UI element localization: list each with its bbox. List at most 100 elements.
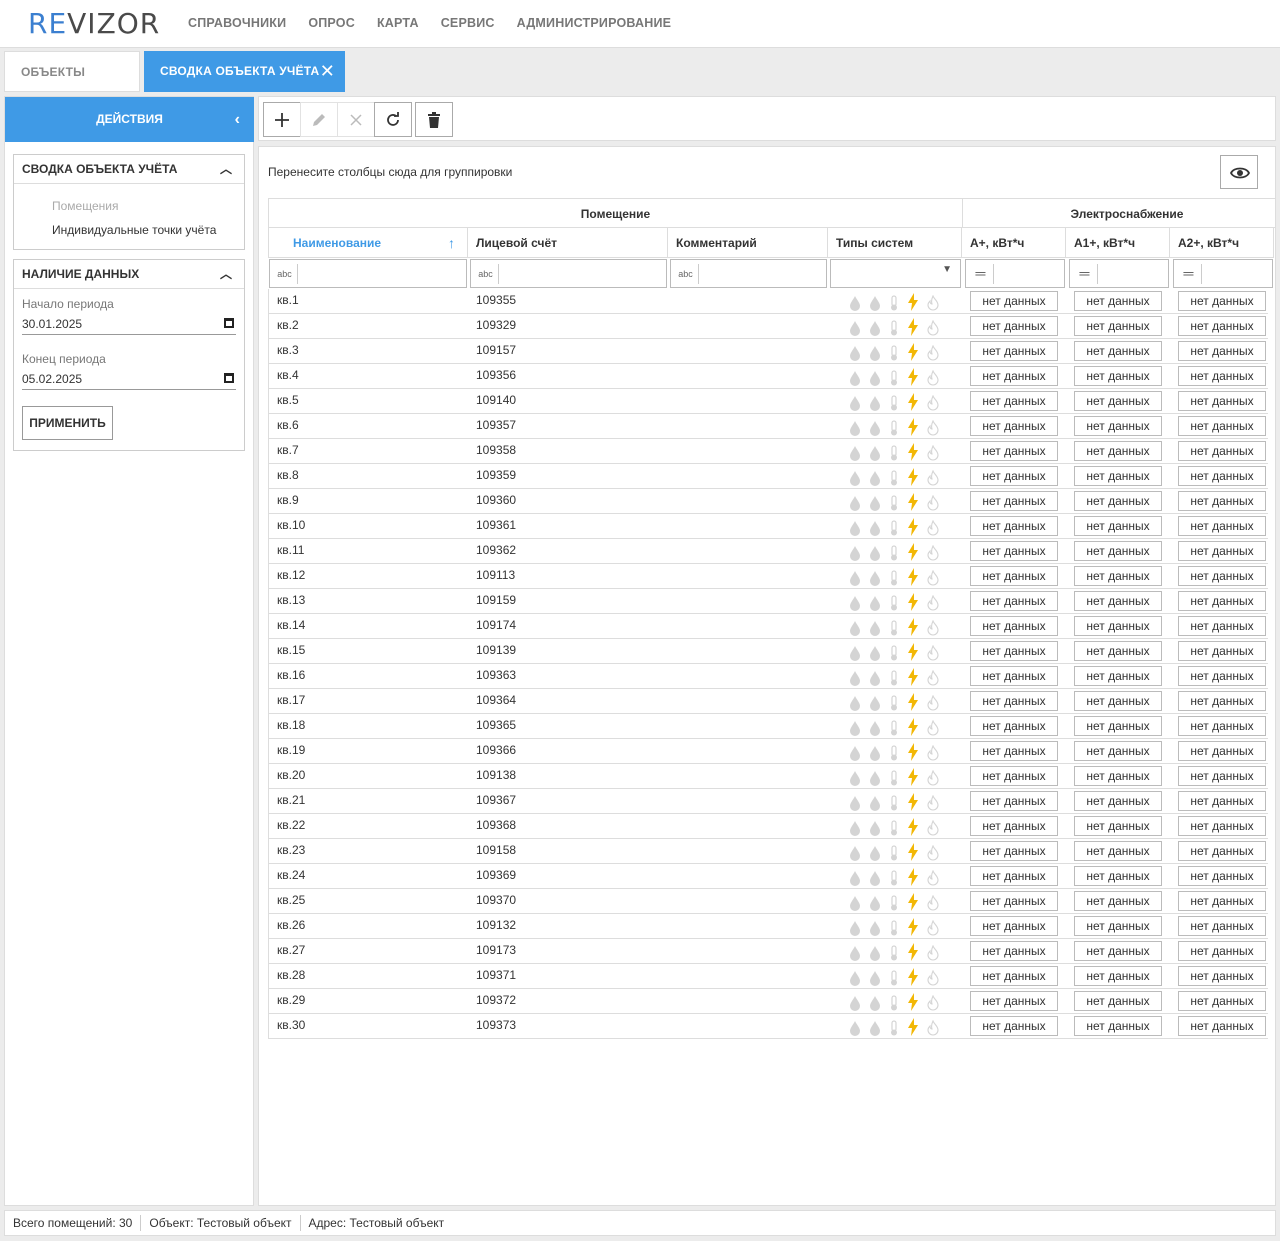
- table-row[interactable]: кв.8 109359 нет данных нет данных нет данных: [268, 464, 1268, 489]
- no-data-a2-plus[interactable]: нет данных: [1178, 291, 1266, 311]
- no-data-a-plus[interactable]: нет данных: [970, 441, 1058, 461]
- no-data-a-plus[interactable]: нет данных: [970, 791, 1058, 811]
- chevron-up-icon[interactable]: ︿: [220, 260, 232, 289]
- column-visibility-button[interactable]: [1220, 155, 1258, 189]
- delete-button[interactable]: [415, 102, 453, 137]
- no-data-a1-plus[interactable]: нет данных: [1074, 591, 1162, 611]
- text-filter-icon[interactable]: abc: [272, 264, 298, 284]
- no-data-a-plus[interactable]: нет данных: [970, 866, 1058, 886]
- no-data-a1-plus[interactable]: нет данных: [1074, 516, 1162, 536]
- no-data-a1-plus[interactable]: нет данных: [1074, 891, 1162, 911]
- no-data-a2-plus[interactable]: нет данных: [1178, 941, 1266, 961]
- apply-button[interactable]: ПРИМЕНИТЬ: [22, 406, 113, 440]
- table-row[interactable]: кв.25 109370 нет данных нет данных нет данны…: [268, 889, 1268, 914]
- chevron-left-icon[interactable]: ‹: [235, 97, 240, 142]
- no-data-a1-plus[interactable]: нет данных: [1074, 291, 1162, 311]
- no-data-a-plus[interactable]: нет данных: [970, 316, 1058, 336]
- no-data-a2-plus[interactable]: нет данных: [1178, 366, 1266, 386]
- table-row[interactable]: кв.27 109173 нет данных нет данных нет данны…: [268, 939, 1268, 964]
- edit-button[interactable]: [300, 102, 338, 137]
- no-data-a1-plus[interactable]: нет данных: [1074, 716, 1162, 736]
- table-row[interactable]: кв.16 109363 нет данных нет данных нет данны…: [268, 664, 1268, 689]
- no-data-a1-plus[interactable]: нет данных: [1074, 541, 1162, 561]
- no-data-a2-plus[interactable]: нет данных: [1178, 816, 1266, 836]
- no-data-a-plus[interactable]: нет данных: [970, 366, 1058, 386]
- no-data-a2-plus[interactable]: нет данных: [1178, 316, 1266, 336]
- menu-item-service[interactable]: СЕРВИС: [441, 16, 495, 30]
- no-data-a-plus[interactable]: нет данных: [970, 991, 1058, 1011]
- no-data-a2-plus[interactable]: нет данных: [1178, 466, 1266, 486]
- table-row[interactable]: кв.1 109355 нет данных нет данных нет данных: [268, 289, 1268, 314]
- menu-item-directories[interactable]: СПРАВОЧНИКИ: [188, 16, 286, 30]
- table-row[interactable]: кв.24 109369 нет данных нет данных нет данны…: [268, 864, 1268, 889]
- table-row[interactable]: кв.26 109132 нет данных нет данных нет данны…: [268, 914, 1268, 939]
- no-data-a1-plus[interactable]: нет данных: [1074, 816, 1162, 836]
- data-presence-header[interactable]: НАЛИЧИЕ ДАННЫХ ︿: [14, 260, 244, 289]
- no-data-a-plus[interactable]: нет данных: [970, 491, 1058, 511]
- no-data-a2-plus[interactable]: нет данных: [1178, 416, 1266, 436]
- text-filter-icon[interactable]: abc: [473, 264, 499, 284]
- no-data-a2-plus[interactable]: нет данных: [1178, 716, 1266, 736]
- no-data-a1-plus[interactable]: нет данных: [1074, 741, 1162, 761]
- no-data-a-plus[interactable]: нет данных: [970, 466, 1058, 486]
- sort-ascending-icon[interactable]: ↑: [448, 228, 455, 258]
- add-button[interactable]: [263, 102, 301, 137]
- no-data-a1-plus[interactable]: нет данных: [1074, 416, 1162, 436]
- no-data-a-plus[interactable]: нет данных: [970, 766, 1058, 786]
- no-data-a2-plus[interactable]: нет данных: [1178, 791, 1266, 811]
- no-data-a1-plus[interactable]: нет данных: [1074, 441, 1162, 461]
- filter-name[interactable]: abc: [269, 259, 467, 288]
- equals-filter-icon[interactable]: ═: [968, 264, 994, 284]
- table-row[interactable]: кв.13 109159 нет данных нет данных нет данны…: [268, 589, 1268, 614]
- no-data-a2-plus[interactable]: нет данных: [1178, 866, 1266, 886]
- no-data-a-plus[interactable]: нет данных: [970, 291, 1058, 311]
- no-data-a1-plus[interactable]: нет данных: [1074, 566, 1162, 586]
- no-data-a1-plus[interactable]: нет данных: [1074, 391, 1162, 411]
- text-filter-icon[interactable]: abc: [673, 264, 699, 284]
- filter-a2-plus[interactable]: ═: [1173, 259, 1273, 288]
- table-row[interactable]: кв.18 109365 нет данных нет данных нет данны…: [268, 714, 1268, 739]
- no-data-a-plus[interactable]: нет данных: [970, 566, 1058, 586]
- table-row[interactable]: кв.4 109356 нет данных нет данных нет данных: [268, 364, 1268, 389]
- no-data-a1-plus[interactable]: нет данных: [1074, 691, 1162, 711]
- table-row[interactable]: кв.21 109367 нет данных нет данных нет данны…: [268, 789, 1268, 814]
- no-data-a1-plus[interactable]: нет данных: [1074, 641, 1162, 661]
- no-data-a-plus[interactable]: нет данных: [970, 666, 1058, 686]
- no-data-a-plus[interactable]: нет данных: [970, 341, 1058, 361]
- no-data-a1-plus[interactable]: нет данных: [1074, 316, 1162, 336]
- column-header-a-plus[interactable]: A+, кВт*ч: [962, 228, 1066, 258]
- filter-account[interactable]: abc: [470, 259, 667, 288]
- sidebar-item-rooms[interactable]: Помещения: [52, 199, 118, 213]
- no-data-a2-plus[interactable]: нет данных: [1178, 891, 1266, 911]
- table-row[interactable]: кв.12 109113 нет данных нет данных нет данны…: [268, 564, 1268, 589]
- filter-comment[interactable]: abc: [670, 259, 827, 288]
- no-data-a1-plus[interactable]: нет данных: [1074, 1016, 1162, 1036]
- calendar-icon[interactable]: [224, 373, 234, 383]
- app-logo[interactable]: REVIZOR: [28, 7, 160, 40]
- no-data-a2-plus[interactable]: нет данных: [1178, 516, 1266, 536]
- no-data-a-plus[interactable]: нет данных: [970, 966, 1058, 986]
- menu-item-map[interactable]: КАРТА: [377, 16, 419, 30]
- no-data-a1-plus[interactable]: нет данных: [1074, 941, 1162, 961]
- no-data-a-plus[interactable]: нет данных: [970, 891, 1058, 911]
- table-row[interactable]: кв.11 109362 нет данных нет данных нет данны…: [268, 539, 1268, 564]
- no-data-a-plus[interactable]: нет данных: [970, 641, 1058, 661]
- no-data-a2-plus[interactable]: нет данных: [1178, 666, 1266, 686]
- tab-accounting-objects[interactable]: ОБЪЕКТЫ УЧЕТА: [4, 51, 140, 120]
- no-data-a1-plus[interactable]: нет данных: [1074, 766, 1162, 786]
- no-data-a2-plus[interactable]: нет данных: [1178, 641, 1266, 661]
- no-data-a2-plus[interactable]: нет данных: [1178, 616, 1266, 636]
- no-data-a2-plus[interactable]: нет данных: [1178, 566, 1266, 586]
- no-data-a1-plus[interactable]: нет данных: [1074, 791, 1162, 811]
- no-data-a1-plus[interactable]: нет данных: [1074, 366, 1162, 386]
- no-data-a1-plus[interactable]: нет данных: [1074, 866, 1162, 886]
- no-data-a-plus[interactable]: нет данных: [970, 616, 1058, 636]
- table-row[interactable]: кв.23 109158 нет данных нет данных нет данны…: [268, 839, 1268, 864]
- no-data-a1-plus[interactable]: нет данных: [1074, 991, 1162, 1011]
- table-row[interactable]: кв.20 109138 нет данных нет данных нет данны…: [268, 764, 1268, 789]
- column-header-account[interactable]: Лицевой счёт: [468, 228, 668, 258]
- chevron-down-icon[interactable]: ▼: [942, 264, 952, 275]
- no-data-a2-plus[interactable]: нет данных: [1178, 916, 1266, 936]
- table-row[interactable]: кв.19 109366 нет данных нет данных нет данны…: [268, 739, 1268, 764]
- table-row[interactable]: кв.3 109157 нет данных нет данных нет данных: [268, 339, 1268, 364]
